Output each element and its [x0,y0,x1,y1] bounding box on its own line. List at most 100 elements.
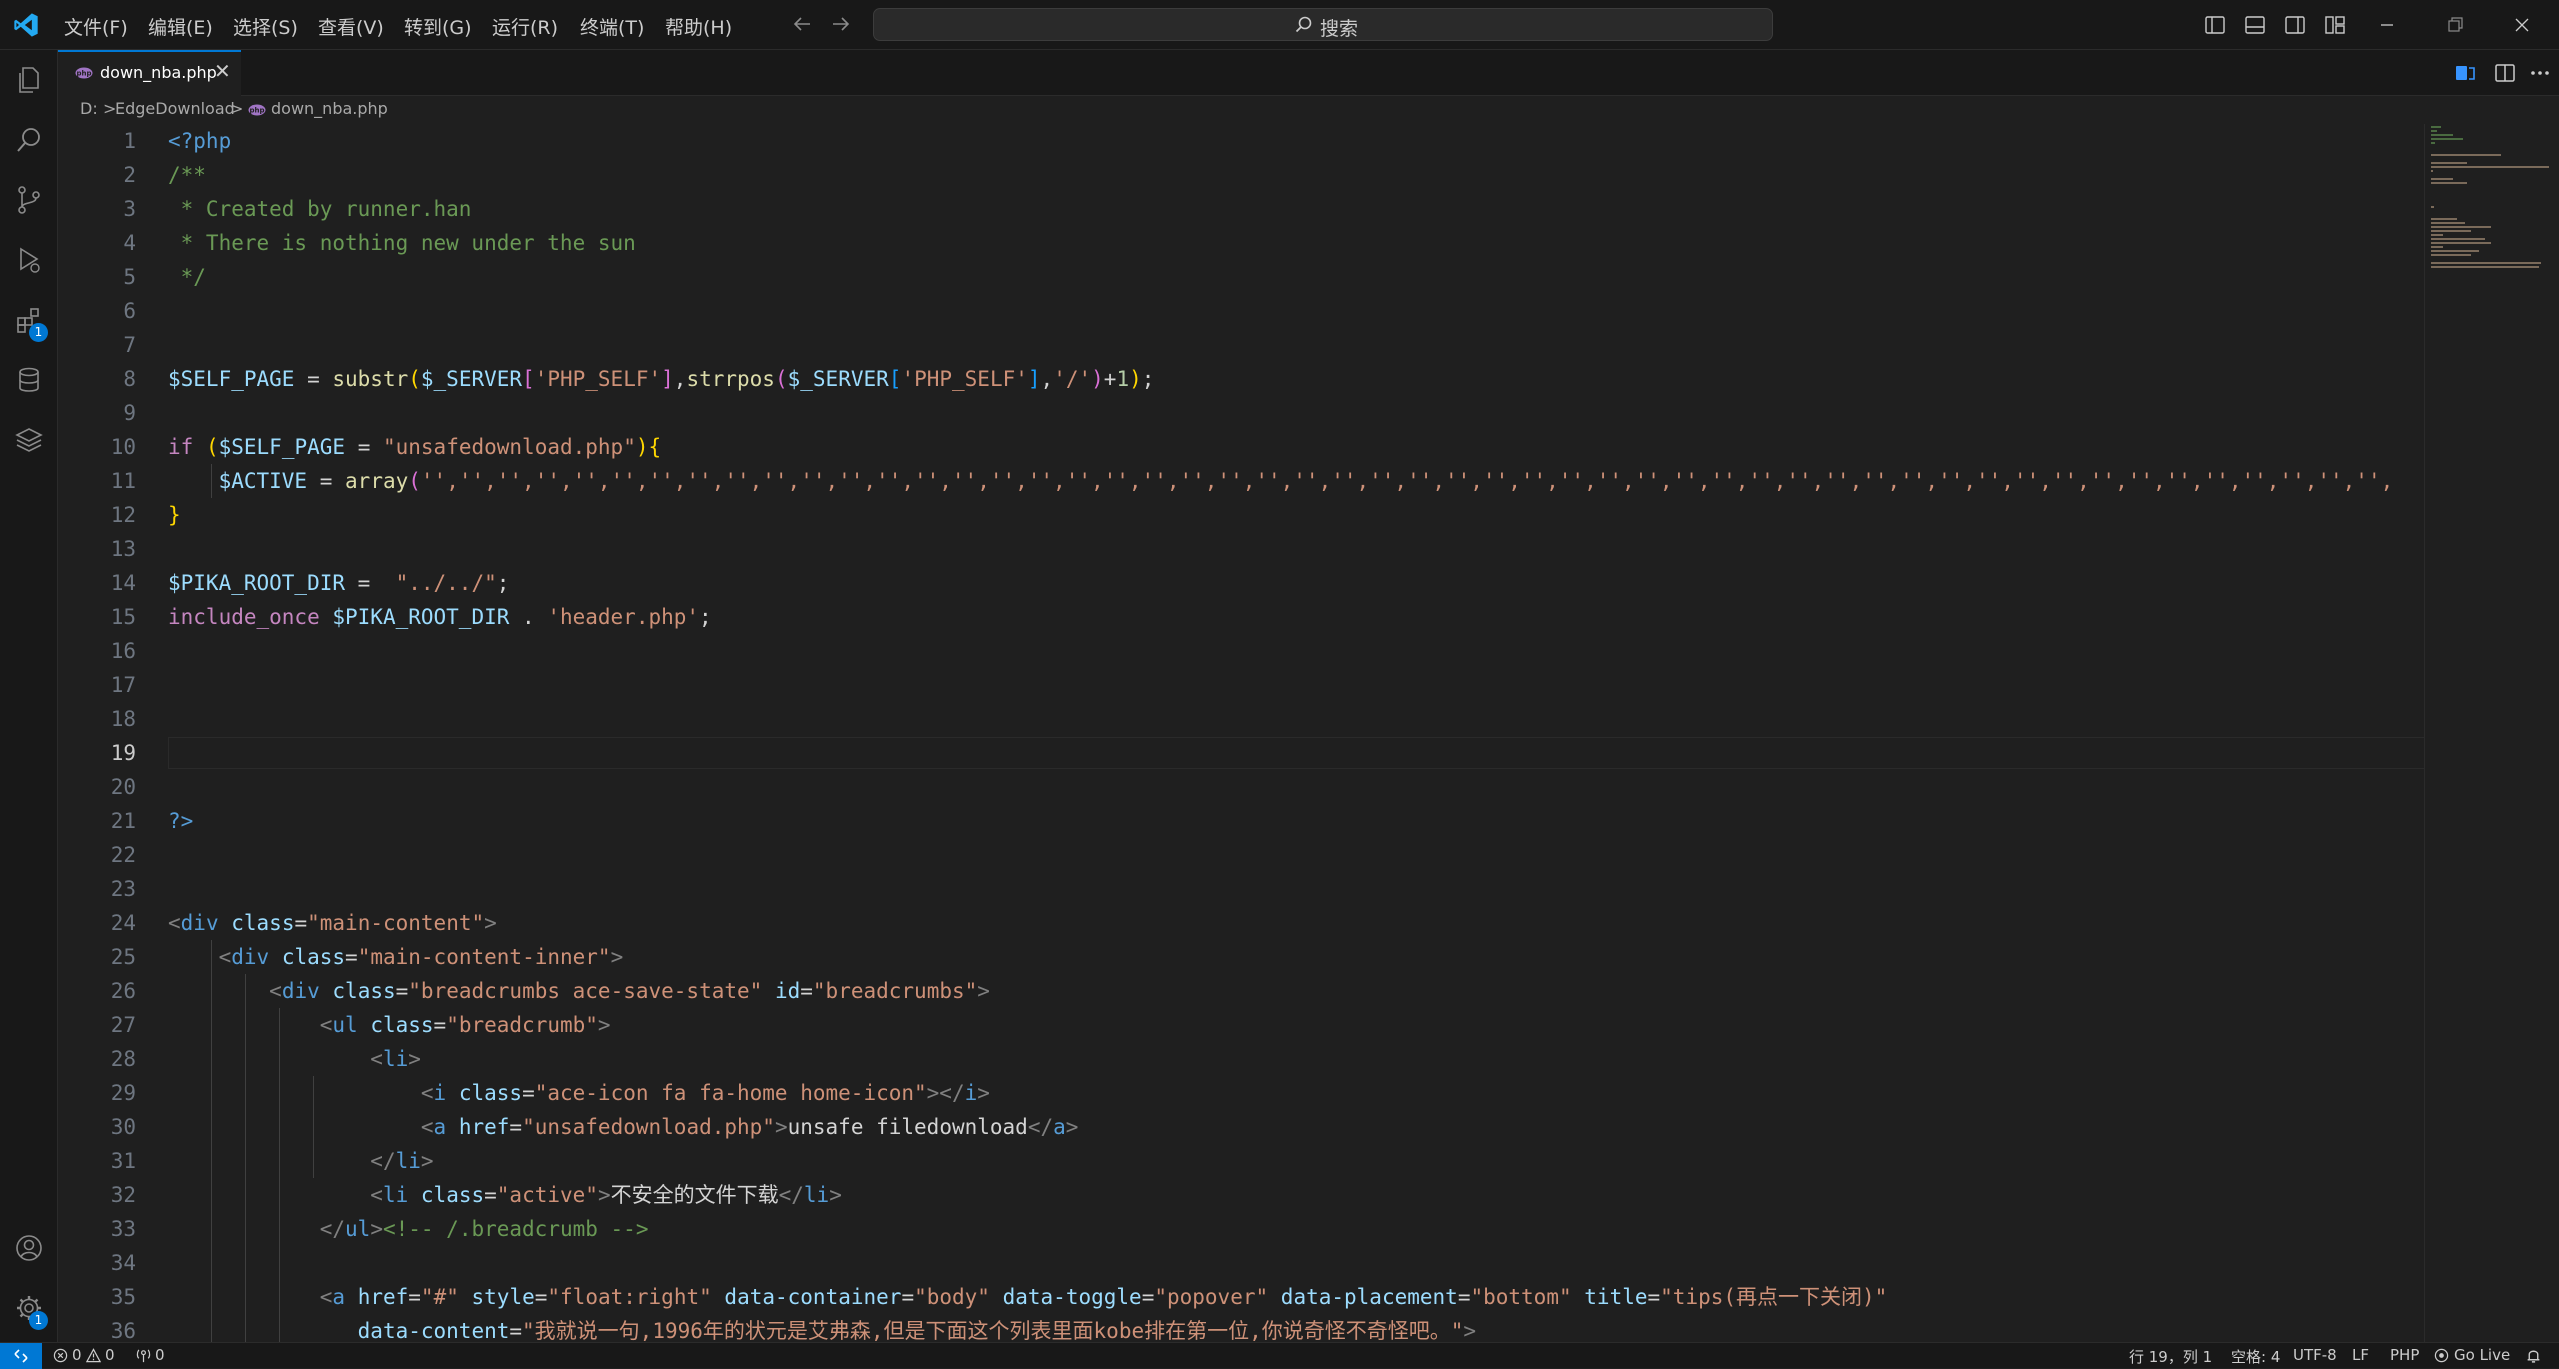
back-arrow-icon[interactable] [790,12,814,36]
line-number[interactable]: 27 [58,1008,136,1042]
code-editor[interactable]: 1 2 3 4 5 6 7 8 9 10 11 12 13 14 15 16 17 18 19 20 21 22 23 24 2… [58,124,2424,1342]
ports-icon[interactable] [136,1348,151,1363]
database-icon[interactable] [13,364,45,396]
line-number[interactable]: 13 [58,532,136,566]
line-number[interactable]: 32 [58,1178,136,1212]
breadcrumb-drive[interactable]: D: [80,99,98,118]
error-count[interactable]: 0 [72,1346,82,1364]
code-line[interactable]: </ul><!-- /.breadcrumb --> [168,1212,649,1246]
menu-view[interactable]: 查看(V) [318,13,384,40]
restore-icon[interactable] [2443,13,2467,37]
code-line[interactable]: $PIKA_ROOT_DIR = "../../"; [168,566,509,600]
line-number[interactable]: 12 [58,498,136,532]
go-live-button[interactable]: Go Live [2454,1346,2510,1364]
ports-count[interactable]: 0 [155,1346,165,1364]
menu-terminal[interactable]: 终端(T) [580,13,644,40]
command-center-search[interactable]: 搜索 [873,8,1773,41]
line-number[interactable]: 26 [58,974,136,1008]
code-line[interactable]: /** [168,158,206,192]
line-number[interactable]: 20 [58,770,136,804]
line-number[interactable]: 11 [58,464,136,498]
line-number[interactable]: 25 [58,940,136,974]
code-line[interactable]: data-content="我就说一句,1996年的状元是艾弗森,但是下面这个列… [168,1314,1476,1342]
line-number[interactable]: 31 [58,1144,136,1178]
line-number[interactable]: 21 [58,804,136,838]
line-number[interactable]: 2 [58,158,136,192]
code-line[interactable]: </li> [168,1144,433,1178]
toggle-primary-sidebar-icon[interactable] [2203,13,2227,37]
line-number[interactable]: 9 [58,396,136,430]
explorer-icon[interactable] [13,64,45,96]
error-icon[interactable] [53,1348,68,1363]
line-number[interactable]: 1 [58,124,136,158]
tab-close-icon[interactable]: ✕ [214,59,231,83]
bell-icon[interactable] [2525,1347,2542,1364]
code-line[interactable]: * Created by runner.han [168,192,472,226]
code-line[interactable]: <i class="ace-icon fa fa-home home-icon"… [168,1076,990,1110]
language-mode[interactable]: PHP [2390,1346,2419,1364]
line-number[interactable]: 14 [58,566,136,600]
minimize-icon[interactable] [2375,13,2399,37]
warning-count[interactable]: 0 [105,1346,115,1364]
line-number[interactable]: 17 [58,668,136,702]
encoding[interactable]: UTF-8 [2293,1346,2337,1364]
account-icon[interactable] [13,1232,45,1264]
menu-selection[interactable]: 选择(S) [233,13,298,40]
code-line[interactable]: } [168,498,181,532]
line-number[interactable]: 19 [58,736,136,770]
warning-icon[interactable] [86,1348,101,1363]
layers-icon[interactable] [13,424,45,456]
line-number[interactable]: 29 [58,1076,136,1110]
line-number[interactable]: 30 [58,1110,136,1144]
menu-edit[interactable]: 编辑(E) [148,13,213,40]
end-of-line[interactable]: LF [2352,1346,2369,1364]
code-line[interactable]: $SELF_PAGE = substr($_SERVER['PHP_SELF']… [168,362,1154,396]
line-number[interactable]: 5 [58,260,136,294]
code-line[interactable]: <div class="main-content"> [168,906,497,940]
code-line[interactable]: <?php [168,124,231,158]
menu-go[interactable]: 转到(G) [404,13,472,40]
toggle-secondary-sidebar-icon[interactable] [2283,13,2307,37]
search-view-icon[interactable] [13,124,45,156]
compare-icon[interactable] [2454,62,2476,84]
code-line[interactable]: <li class="active">不安全的文件下载</li> [168,1178,842,1212]
remote-indicator[interactable] [0,1343,42,1369]
cursor-position[interactable]: 行 19，列 1 [2129,1346,2212,1367]
line-number[interactable]: 4 [58,226,136,260]
breadcrumb-file[interactable]: down_nba.php [271,99,388,118]
code-line[interactable]: <div class="main-content-inner"> [168,940,624,974]
indentation[interactable]: 空格: 4 [2231,1346,2280,1367]
menu-help[interactable]: 帮助(H) [665,13,732,40]
line-number[interactable]: 6 [58,294,136,328]
line-number[interactable]: 3 [58,192,136,226]
code-line[interactable]: <ul class="breadcrumb"> [168,1008,611,1042]
toggle-panel-icon[interactable] [2243,13,2267,37]
code-line[interactable]: if ($SELF_PAGE = "unsafedownload.php"){ [168,430,661,464]
line-number[interactable]: 15 [58,600,136,634]
line-number[interactable]: 33 [58,1212,136,1246]
line-number[interactable]: 36 [58,1314,136,1342]
more-actions-icon[interactable] [2529,62,2551,84]
line-number[interactable]: 22 [58,838,136,872]
run-debug-icon[interactable] [13,244,45,276]
line-number[interactable]: 35 [58,1280,136,1314]
line-number[interactable]: 28 [58,1042,136,1076]
forward-arrow-icon[interactable] [829,12,853,36]
line-number[interactable]: 10 [58,430,136,464]
code-line[interactable]: ?> [168,804,193,838]
split-editor-icon[interactable] [2494,62,2516,84]
close-window-icon[interactable] [2510,13,2534,37]
source-control-icon[interactable] [13,184,45,216]
breadcrumb-folder[interactable]: EdgeDownload [115,99,235,118]
tab-down-nba-php[interactable]: php down_nba.php ✕ [58,50,241,96]
code-line[interactable]: $ACTIVE = array('','','','','','','','',… [168,464,2394,498]
code-line[interactable]: * There is nothing new under the sun [168,226,636,260]
menu-file[interactable]: 文件(F) [64,13,128,40]
code-line[interactable]: <a href="unsafedownload.php">unsafe file… [168,1110,1079,1144]
line-number[interactable]: 8 [58,362,136,396]
code-line[interactable]: <li> [168,1042,421,1076]
line-number[interactable]: 16 [58,634,136,668]
code-line[interactable]: include_once $PIKA_ROOT_DIR . 'header.ph… [168,600,712,634]
line-number[interactable]: 18 [58,702,136,736]
minimap[interactable] [2424,124,2559,1342]
